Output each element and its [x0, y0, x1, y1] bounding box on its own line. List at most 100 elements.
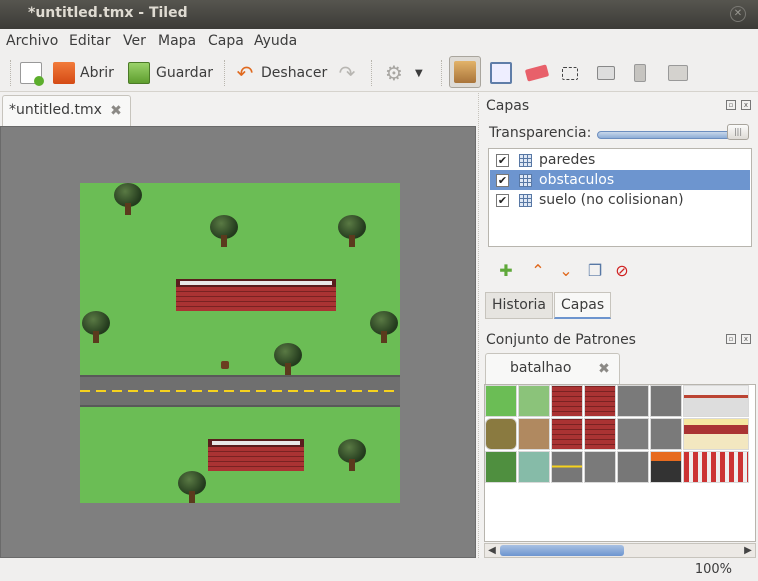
- tile-asphalt[interactable]: [617, 418, 649, 450]
- scroll-left-icon[interactable]: ◀: [485, 544, 499, 557]
- tree: [338, 439, 366, 473]
- opacity-slider-handle[interactable]: |||: [727, 124, 749, 140]
- tile-brick[interactable]: [551, 385, 583, 417]
- stamp-brush-button[interactable]: [449, 56, 481, 88]
- tile-layer-icon: [519, 173, 532, 187]
- add-layer-icon[interactable]: ✚: [497, 262, 515, 280]
- tree: [114, 183, 142, 217]
- tile-asphalt[interactable]: [650, 418, 682, 450]
- commands-button[interactable]: ⚙ ▼: [383, 60, 423, 86]
- eraser-icon: [524, 64, 550, 82]
- menu-ayuda[interactable]: Ayuda: [254, 33, 297, 49]
- tree: [370, 311, 398, 345]
- tile-asphalt[interactable]: [650, 385, 682, 417]
- tile-dead-tree[interactable]: [518, 418, 550, 450]
- tab-batalhao[interactable]: batalhao ✖: [485, 353, 620, 384]
- tileset-view[interactable]: [484, 384, 756, 542]
- tree: [338, 215, 366, 249]
- scroll-right-icon[interactable]: ▶: [741, 544, 755, 557]
- menu-ver[interactable]: Ver: [123, 33, 146, 49]
- tile-grass-flowers[interactable]: [518, 385, 550, 417]
- new-button[interactable]: [20, 60, 44, 86]
- tile-haystack[interactable]: [485, 418, 517, 450]
- tab-historia-label: Historia: [492, 297, 546, 313]
- close-tileset-icon[interactable]: ✖: [597, 362, 611, 376]
- layer-visible-checkbox[interactable]: ✔: [496, 193, 509, 207]
- splitter-handle[interactable]: [478, 93, 482, 558]
- tile-water[interactable]: [518, 451, 550, 483]
- tile-brick[interactable]: [584, 418, 616, 450]
- road-center-line: [80, 390, 400, 392]
- pin-object-icon: [634, 64, 646, 82]
- insert-object-button[interactable]: [597, 60, 615, 86]
- map-canvas[interactable]: [0, 126, 476, 558]
- image-object-button[interactable]: [668, 60, 688, 86]
- menu-bar: Archivo Editar Ver Mapa Capa Ayuda: [0, 29, 758, 54]
- duplicate-layer-icon[interactable]: ❐: [586, 262, 604, 280]
- layers-panel-title: Capas: [486, 98, 530, 114]
- tile-asphalt[interactable]: [617, 385, 649, 417]
- scrollbar-thumb[interactable]: [500, 545, 624, 556]
- float-panel-icon[interactable]: ▫: [726, 334, 736, 344]
- tile-tree[interactable]: [485, 451, 517, 483]
- save-button[interactable]: Guardar: [128, 60, 213, 86]
- layer-name: paredes: [539, 152, 596, 168]
- layer-row-suelo[interactable]: ✔ suelo (no colisionan): [490, 190, 750, 210]
- window-close-icon[interactable]: ✕: [730, 6, 746, 22]
- tile-road-line[interactable]: [551, 451, 583, 483]
- new-file-icon: [20, 62, 44, 86]
- menu-archivo[interactable]: Archivo: [6, 33, 58, 49]
- undo-button[interactable]: ↶ Deshacer: [234, 60, 328, 86]
- tab-untitled-tmx[interactable]: *untitled.tmx ✖: [2, 95, 131, 126]
- brick-wall: [176, 279, 336, 311]
- tileset-panel-title: Conjunto de Patrones: [486, 332, 636, 348]
- layer-row-paredes[interactable]: ✔ paredes: [490, 150, 750, 170]
- tile-grass[interactable]: [485, 385, 517, 417]
- tile-asphalt[interactable]: [584, 451, 616, 483]
- tile-building[interactable]: [683, 418, 749, 450]
- tab-capas[interactable]: Capas: [554, 292, 612, 319]
- tile-building[interactable]: [683, 385, 749, 417]
- tile-asphalt[interactable]: [617, 451, 649, 483]
- move-layer-up-icon[interactable]: ⌃: [529, 262, 547, 280]
- save-label: Guardar: [156, 65, 214, 81]
- layer-row-obstaculos[interactable]: ✔ obstaculos: [490, 170, 750, 190]
- toolbar-separator: [224, 60, 225, 86]
- tile-layer-icon: [519, 153, 532, 167]
- brick-wall: [208, 439, 304, 471]
- eraser-button[interactable]: [524, 60, 550, 86]
- tile-object-button[interactable]: [634, 60, 646, 86]
- move-layer-down-icon[interactable]: ⌄: [557, 262, 575, 280]
- menu-editar[interactable]: Editar: [69, 33, 110, 49]
- menu-capa[interactable]: Capa: [208, 33, 244, 49]
- chevron-down-icon: ▼: [415, 67, 423, 79]
- save-icon: [128, 62, 150, 84]
- image-icon: [668, 65, 688, 81]
- bucket-fill-button[interactable]: [490, 60, 512, 86]
- menu-mapa[interactable]: Mapa: [158, 33, 196, 49]
- gears-icon: ⚙: [385, 61, 403, 85]
- paint-bucket-icon: [490, 62, 512, 84]
- tab-capas-label: Capas: [561, 297, 605, 313]
- opacity-label: Transparencia:: [489, 125, 592, 141]
- tab-historia[interactable]: Historia: [485, 292, 553, 319]
- tile-shop-sign[interactable]: [650, 451, 682, 483]
- remove-layer-icon[interactable]: ⊘: [613, 262, 631, 280]
- layer-visible-checkbox[interactable]: ✔: [496, 153, 509, 167]
- tileset-scrollbar[interactable]: ◀ ▶: [484, 543, 756, 558]
- redo-button[interactable]: ↷: [336, 60, 358, 86]
- tile-brick-sign[interactable]: [584, 385, 616, 417]
- float-panel-icon[interactable]: ▫: [726, 100, 736, 110]
- tree: [210, 215, 238, 249]
- close-panel-icon[interactable]: x: [741, 334, 751, 344]
- tile-brick[interactable]: [551, 418, 583, 450]
- close-tab-icon[interactable]: ✖: [109, 104, 123, 118]
- tile-map[interactable]: [80, 183, 400, 503]
- open-button[interactable]: Abrir: [53, 60, 114, 86]
- window-title: *untitled.tmx - Tiled: [28, 5, 188, 21]
- layer-visible-checkbox[interactable]: ✔: [496, 173, 509, 187]
- rect-select-button[interactable]: [562, 60, 578, 86]
- layer-name: obstaculos: [539, 172, 615, 188]
- tile-building[interactable]: [683, 451, 749, 483]
- close-panel-icon[interactable]: x: [741, 100, 751, 110]
